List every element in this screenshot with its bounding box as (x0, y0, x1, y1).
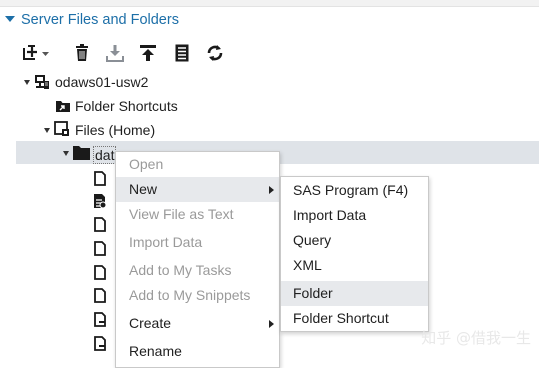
submenu-arrow-icon (269, 186, 274, 194)
menu-item-new[interactable]: New (116, 177, 279, 202)
tree-item-folder-shortcuts[interactable]: Folder Shortcuts (75, 98, 178, 114)
properties-icon[interactable] (175, 44, 189, 62)
file-icon (94, 288, 106, 306)
expand-dat-icon[interactable] (63, 151, 69, 156)
file-icon (94, 171, 106, 189)
menu-item-create[interactable]: Create (116, 311, 279, 336)
file-icon (94, 217, 106, 235)
tree-item-files-home[interactable]: Files (Home) (75, 122, 155, 138)
upload-icon[interactable] (139, 44, 157, 62)
collapse-caret-icon[interactable] (5, 16, 15, 22)
submenu-item-folder-shortcut[interactable]: Folder Shortcut (281, 306, 428, 331)
tree-item-server[interactable]: odaws01-usw2 (55, 74, 148, 90)
submenu-item-import-data[interactable]: Import Data (281, 203, 428, 228)
menu-item-rename[interactable]: Rename (116, 339, 279, 364)
file-icon (94, 241, 106, 259)
submenu-item-folder[interactable]: Folder (281, 281, 428, 306)
menu-item-import-data[interactable]: Import Data (116, 230, 279, 255)
folder-shortcut-icon (55, 98, 71, 117)
server-icon (34, 74, 50, 93)
expand-files-home-icon[interactable] (44, 128, 50, 133)
submenu-item-query[interactable]: Query (281, 228, 428, 253)
expand-server-icon[interactable] (24, 80, 30, 85)
menu-item-open[interactable]: Open (116, 152, 279, 177)
context-menu: Open New View File as Text Import Data A… (115, 151, 280, 368)
download-icon[interactable] (106, 44, 124, 62)
submenu-arrow-icon (269, 320, 274, 328)
submenu-item-xml[interactable]: XML (281, 253, 428, 278)
data-file-icon (93, 193, 107, 212)
menu-item-add-to-my-tasks[interactable]: Add to My Tasks (116, 258, 279, 283)
folder-icon (73, 145, 90, 163)
new-dropdown-icon[interactable] (22, 44, 54, 62)
new-submenu: SAS Program (F4) Import Data Query XML F… (280, 176, 429, 332)
panel-title[interactable]: Server Files and Folders (21, 12, 179, 28)
top-border (0, 0, 539, 7)
submenu-item-sas-program[interactable]: SAS Program (F4) (281, 178, 428, 203)
refresh-icon[interactable] (206, 44, 224, 62)
tree-item-dat[interactable]: dat (93, 146, 117, 164)
menu-item-view-file-as-text[interactable]: View File as Text (116, 202, 279, 227)
program-file-icon (94, 336, 106, 354)
delete-icon[interactable] (74, 44, 90, 62)
program-file-icon (94, 312, 106, 330)
menu-item-create-label: Create (129, 315, 172, 331)
watermark: 知乎 @借我一生 (421, 329, 531, 347)
home-folder-icon (54, 121, 70, 140)
file-icon (94, 265, 106, 283)
menu-item-add-to-my-snippets[interactable]: Add to My Snippets (116, 283, 279, 308)
menu-item-new-label: New (129, 181, 158, 197)
